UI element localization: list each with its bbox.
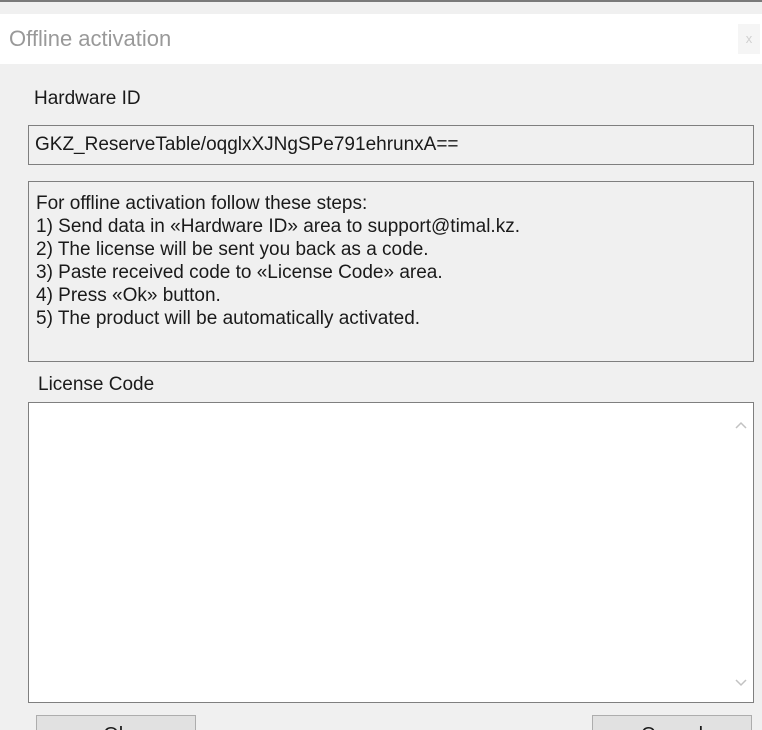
cancel-button[interactable]: Cancel bbox=[592, 715, 752, 730]
license-code-input[interactable] bbox=[29, 403, 729, 702]
license-code-area bbox=[28, 402, 754, 703]
license-code-label: License Code bbox=[38, 374, 155, 395]
instructions-box: For offline activation follow these step… bbox=[28, 181, 754, 362]
vertical-scrollbar[interactable] bbox=[729, 403, 753, 702]
instruction-line: 2) The license will be sent you back as … bbox=[36, 239, 429, 260]
instruction-line: For offline activation follow these step… bbox=[36, 193, 368, 214]
hardware-id-label: Hardware ID bbox=[34, 88, 141, 109]
title-bar: Offline activation x bbox=[0, 14, 762, 64]
instruction-line: 5) The product will be automatically act… bbox=[36, 308, 421, 329]
instruction-line: 4) Press «Ok» button. bbox=[36, 285, 221, 306]
hardware-id-field[interactable]: GKZ_ReserveTable/oqglxXJNgSPe791ehrunxA=… bbox=[28, 125, 754, 165]
scroll-down-arrow-icon[interactable] bbox=[729, 670, 753, 694]
ok-button[interactable]: Ok bbox=[36, 715, 196, 730]
window-title: Offline activation bbox=[9, 26, 172, 51]
instruction-line: 3) Paste received code to «License Code»… bbox=[36, 262, 443, 283]
close-button[interactable]: x bbox=[738, 24, 760, 54]
offline-activation-dialog: Offline activation x Hardware ID GKZ_Res… bbox=[0, 0, 762, 730]
instruction-line: 1) Send data in «Hardware ID» area to su… bbox=[36, 216, 520, 237]
scroll-up-arrow-icon[interactable] bbox=[729, 413, 753, 437]
